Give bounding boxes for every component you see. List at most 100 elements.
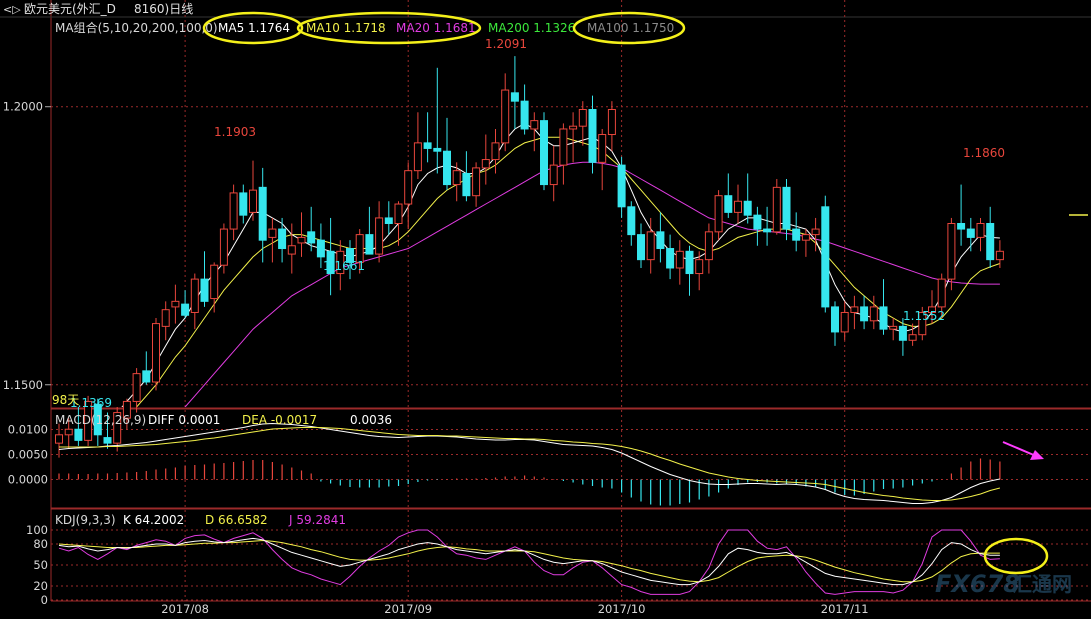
candle-body [763, 228, 772, 233]
candle [763, 206, 772, 246]
candle [714, 190, 723, 241]
candle [268, 217, 277, 263]
candle-body [666, 248, 675, 269]
candle-body [976, 223, 985, 238]
y-tick-label-macd: 0.0100 [8, 423, 48, 437]
low-label-2: 1.1552 [903, 309, 945, 323]
watermark-text-2: 汇通网 [1012, 572, 1072, 596]
y-axis-main: 1.2000 1.1500 [3, 100, 43, 392]
y-tick-label-kdj: 100 [26, 523, 48, 537]
candle [481, 134, 490, 185]
candle [249, 160, 257, 221]
candle-body [181, 303, 190, 316]
candle-body [753, 214, 762, 230]
y-tick-label-kdj: 50 [33, 558, 48, 572]
high-label-3: 1.1860 [963, 146, 1005, 160]
candle [646, 217, 655, 274]
candle-body [675, 250, 684, 269]
candle-body [472, 167, 481, 197]
y-tick-label-macd: 0.0000 [8, 473, 48, 487]
candle [181, 290, 190, 319]
candle [986, 206, 995, 268]
candle [607, 101, 616, 152]
title-prefix: 欧元美元(外汇_D [24, 2, 116, 16]
ma20-label: MA20 1.1681 [396, 21, 476, 35]
candle-body [152, 323, 160, 383]
arrow-icon [1002, 441, 1044, 460]
candle [559, 123, 568, 185]
candle-body [452, 170, 461, 186]
macd-layer [58, 422, 1001, 506]
ma10-label: MA10 1.1718 [306, 21, 386, 35]
panel-frames [0, 0, 1091, 602]
candle-body [375, 217, 384, 255]
candle-body [617, 164, 626, 208]
candle [743, 173, 752, 224]
candle-body [443, 150, 451, 186]
candle [433, 67, 442, 174]
candle [685, 245, 694, 296]
candle-body [55, 434, 63, 444]
candle [540, 112, 548, 191]
candle [549, 145, 558, 202]
macd-value: 0.0036 [350, 413, 392, 427]
macd-legend: MACD(12,26,9) DIFF 0.0001 DEA -0.0017 0.… [55, 413, 392, 427]
candle [588, 95, 597, 174]
ma-line-ma200 [59, 482, 1000, 619]
title-code: 8160)日线 [134, 2, 193, 16]
candle [278, 217, 287, 263]
candle-body [588, 109, 597, 163]
candle [976, 217, 985, 252]
candle-body [957, 223, 966, 230]
candle-body [986, 223, 995, 261]
candle [132, 368, 141, 413]
candle [889, 318, 898, 341]
candlesticks [55, 56, 1004, 458]
moving-average-lines [59, 122, 1001, 619]
candle-body [142, 370, 151, 383]
candle [656, 212, 665, 263]
candle-body [627, 206, 636, 236]
y-axis-kdj: 10080 50 200 [26, 523, 48, 607]
candle-body [103, 437, 112, 444]
candle-body [850, 306, 859, 313]
candle-body [365, 234, 374, 255]
candle [152, 318, 160, 391]
candle-body [724, 195, 733, 213]
candle-body [132, 373, 141, 402]
candle [365, 206, 374, 255]
candle [190, 273, 199, 330]
x-tick-label: 2017/09 [384, 602, 432, 616]
candle-body [249, 189, 257, 213]
candle [666, 234, 675, 280]
candle-body [171, 300, 180, 308]
candle [675, 240, 684, 285]
candle-body [646, 231, 655, 261]
candle [831, 301, 839, 346]
back-arrows-icon[interactable]: <▷ [3, 3, 21, 16]
candle [258, 167, 267, 263]
candle [598, 128, 607, 191]
candle-body [637, 234, 645, 261]
candle-body [695, 259, 704, 275]
ma200-label: MA200 1.1326 [488, 21, 575, 35]
candle-body [792, 228, 801, 241]
y-tick-label-kdj: 0 [41, 593, 48, 607]
days-label: 98天 [52, 393, 79, 407]
candle-body [607, 109, 616, 136]
candle [879, 279, 888, 335]
kdj-layer [58, 529, 1000, 595]
kdj-j: J 59.2841 [288, 513, 346, 527]
candle-body [540, 120, 548, 186]
candle [413, 112, 422, 180]
candle [792, 212, 801, 252]
candle [520, 84, 529, 135]
candle-body [287, 245, 296, 255]
kdj-legend: KDJ(9,3,3) K 64.2002 D 66.6582 J 59.2841 [55, 513, 346, 527]
candle-body [278, 228, 287, 250]
candle-body [433, 147, 442, 152]
kdj-k: K 64.2002 [123, 513, 184, 527]
candle [753, 206, 762, 246]
price-annotations: 1.1903 1.2091 1.1860 1.1661 1.1552 1.136… [52, 37, 1005, 410]
candle [210, 262, 219, 313]
